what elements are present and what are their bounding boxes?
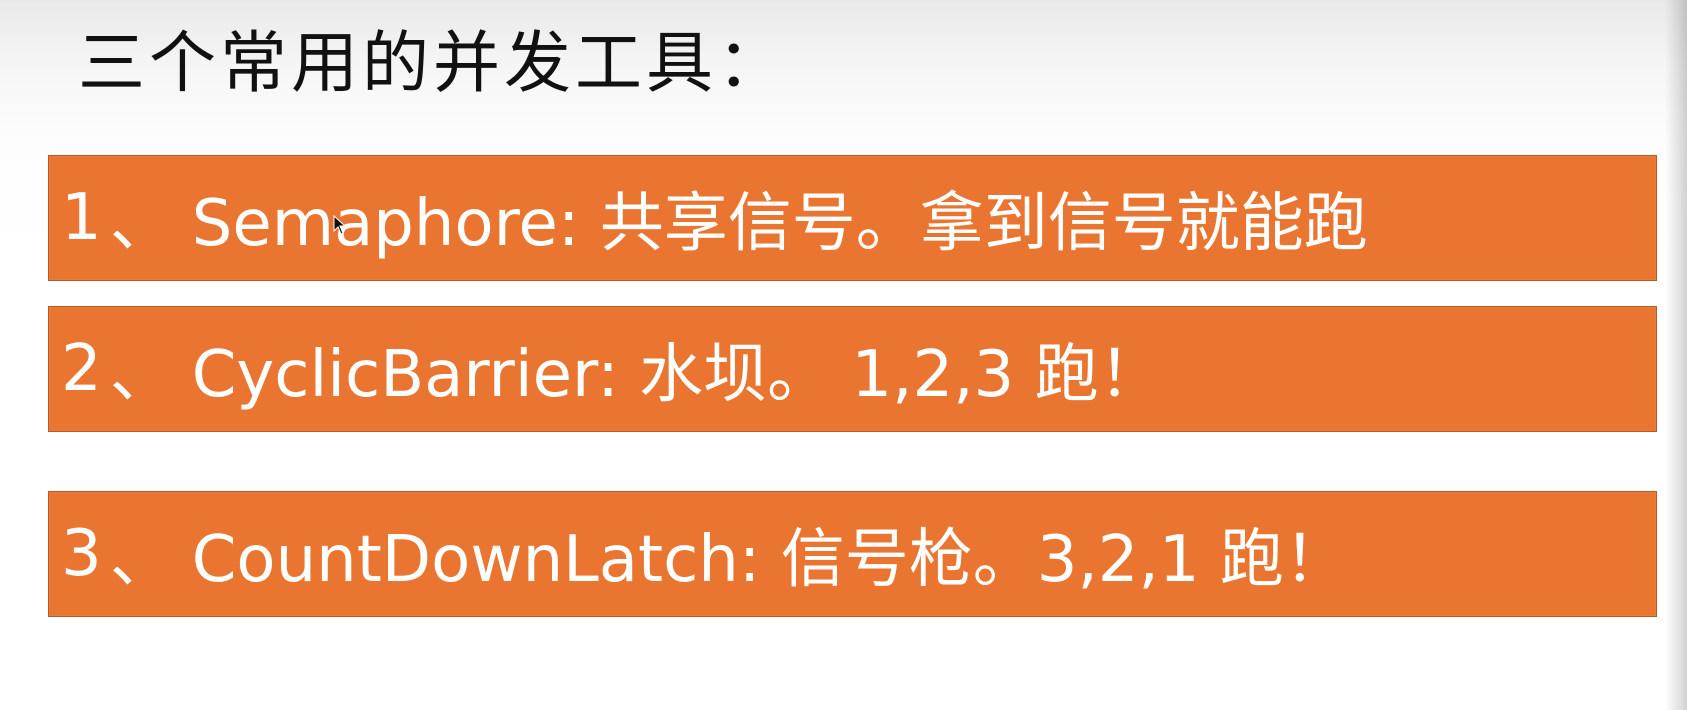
item-text: Semaphore: 共享信号。拿到信号就能跑 — [191, 187, 1368, 261]
right-edge-shadow — [1665, 0, 1687, 710]
item-number: 2 — [61, 332, 102, 406]
mouse-cursor-icon — [333, 215, 347, 235]
list-item-countdownlatch: 3 、 CountDownLatch: 信号枪。3,2,1 跑！ — [48, 491, 1657, 617]
item-separator: 、 — [109, 338, 174, 412]
slide-title: 三个常用的并发工具： — [78, 24, 788, 102]
item-number: 1 — [61, 181, 102, 255]
list-item-semaphore: 1 、 Semaphore: 共享信号。拿到信号就能跑 — [48, 155, 1657, 281]
item-separator: 、 — [109, 523, 174, 597]
item-text: CyclicBarrier: 水坝。 1,2,3 跑！ — [191, 338, 1163, 412]
item-separator: 、 — [109, 187, 174, 261]
item-number: 3 — [61, 517, 102, 591]
item-text: CountDownLatch: 信号枪。3,2,1 跑！ — [191, 523, 1348, 597]
list-item-cyclicbarrier: 2 、 CyclicBarrier: 水坝。 1,2,3 跑！ — [48, 306, 1657, 432]
